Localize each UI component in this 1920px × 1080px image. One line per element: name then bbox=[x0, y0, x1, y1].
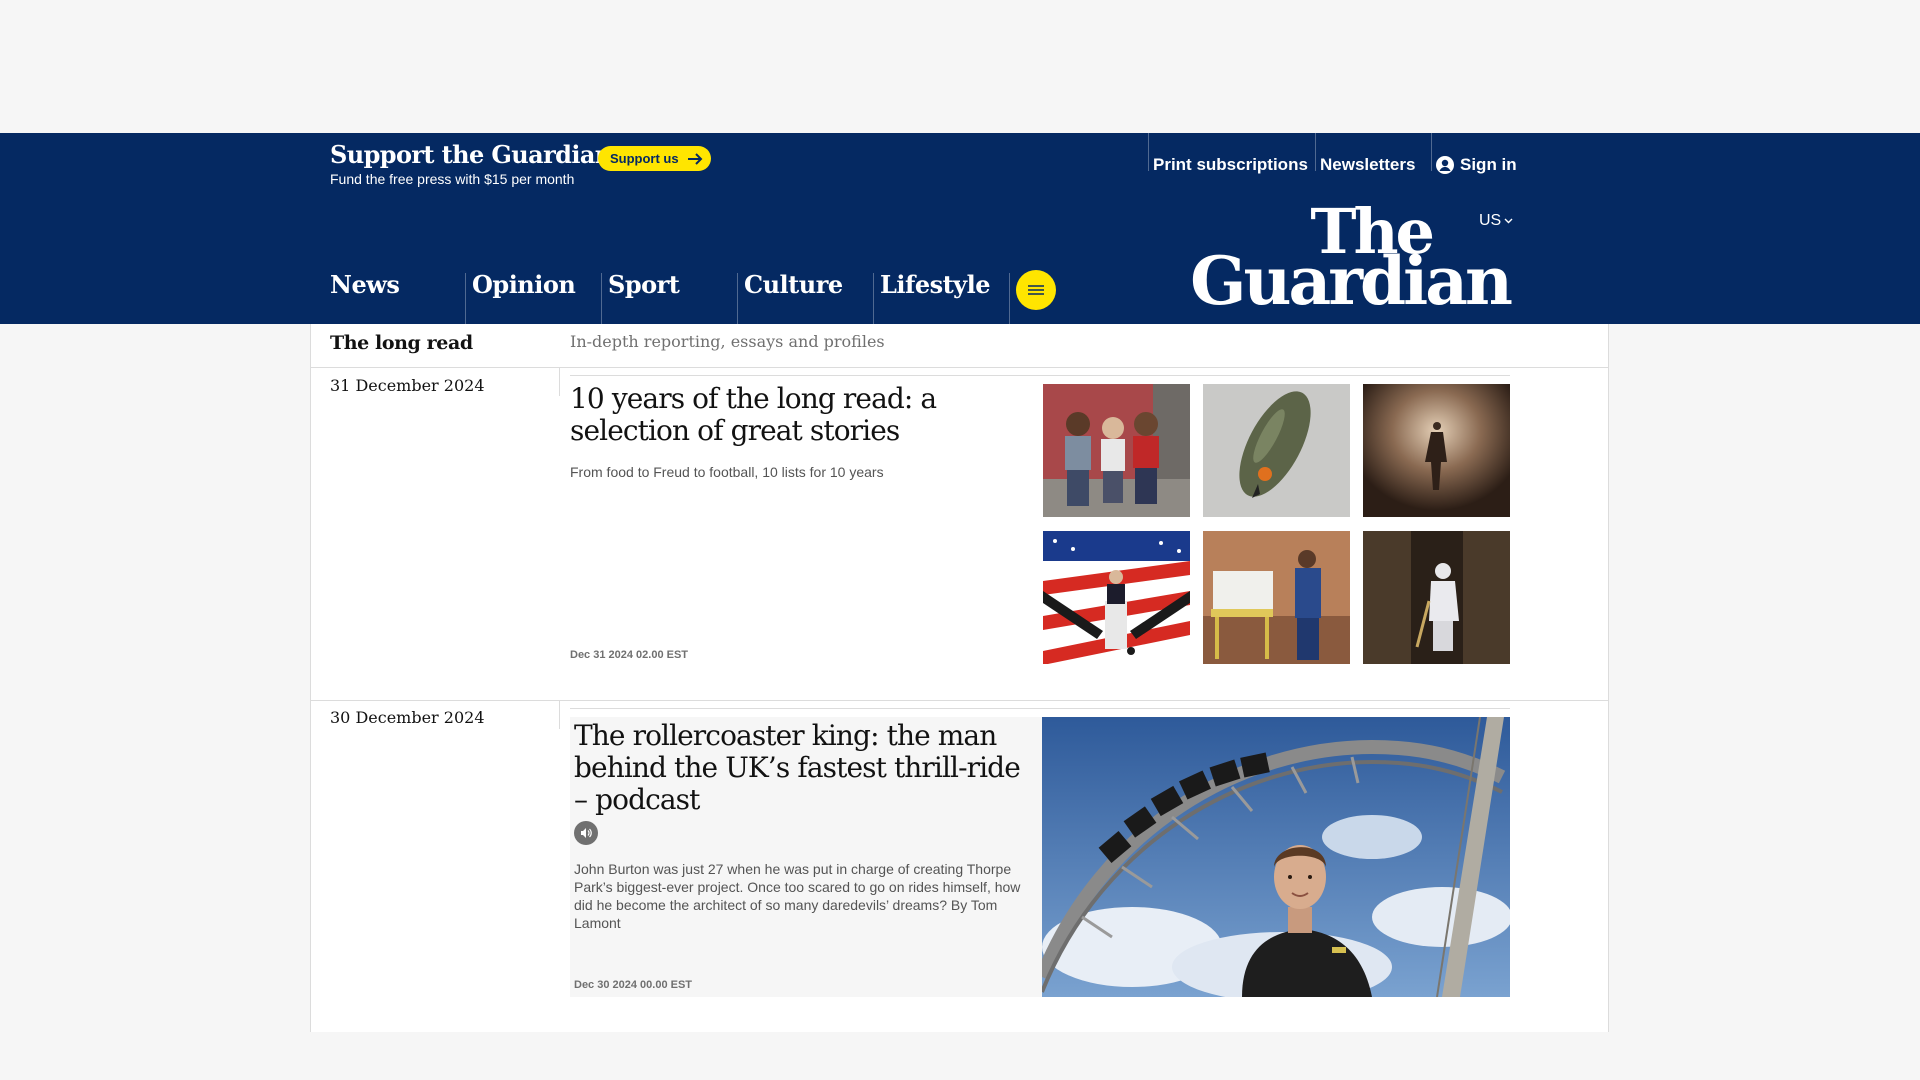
card-top-rule bbox=[570, 708, 1510, 709]
pillar-divider bbox=[465, 273, 466, 324]
card-top-rule bbox=[570, 375, 1510, 376]
podcast-timestamp: Dec 30 2024 00.00 EST bbox=[574, 979, 693, 991]
top-link-divider bbox=[1315, 133, 1316, 171]
user-icon bbox=[1436, 156, 1454, 174]
thumbnail-airship[interactable] bbox=[1203, 384, 1350, 517]
pillar-divider bbox=[601, 273, 602, 324]
article-standfirst: From food to Freud to football, 10 lists… bbox=[570, 464, 884, 480]
pillar-opinion[interactable]: Opinion bbox=[472, 270, 576, 299]
thumbnail-politics[interactable] bbox=[1043, 531, 1190, 664]
podcast-headline[interactable]: The rollercoaster king: the man behind t… bbox=[574, 720, 1036, 816]
sign-in-link[interactable]: Sign in bbox=[1436, 150, 1517, 180]
date-heading: 31 December 2024 bbox=[330, 376, 485, 395]
rollercoaster-image[interactable] bbox=[1042, 717, 1510, 997]
arrow-right-icon bbox=[687, 152, 703, 165]
pillar-culture[interactable]: Culture bbox=[744, 270, 843, 299]
article-timestamp: Dec 31 2024 02.00 EST bbox=[570, 649, 689, 661]
thumbnail-grave[interactable] bbox=[1363, 531, 1510, 664]
pillar-divider bbox=[737, 273, 738, 324]
column-divider bbox=[559, 368, 560, 396]
section-title[interactable]: The long read bbox=[330, 332, 473, 354]
pillar-sport[interactable]: Sport bbox=[608, 270, 680, 299]
ad-slot bbox=[0, 0, 1920, 133]
print-subscriptions-link[interactable]: Print subscriptions bbox=[1153, 150, 1308, 180]
guardian-logo[interactable]: The Guardian bbox=[1184, 201, 1513, 320]
audio-icon bbox=[574, 821, 598, 845]
hamburger-icon bbox=[1028, 285, 1044, 295]
pillar-news[interactable]: News bbox=[330, 270, 400, 299]
pillar-lifestyle[interactable]: Lifestyle bbox=[880, 270, 991, 299]
podcast-standfirst: John Burton was just 27 when he was put … bbox=[574, 861, 1021, 931]
day-divider bbox=[310, 700, 1609, 701]
top-link-divider bbox=[1431, 133, 1432, 171]
nav-bar bbox=[0, 197, 1920, 324]
section-description: In-depth reporting, essays and profiles bbox=[570, 332, 885, 351]
thumbnail-tunnel[interactable] bbox=[1363, 384, 1510, 517]
date-heading: 30 December 2024 bbox=[330, 708, 485, 727]
thumbnail-children[interactable] bbox=[1043, 384, 1190, 517]
thumbnail-nurse[interactable] bbox=[1203, 531, 1350, 664]
logo-line-2: Guardian bbox=[1190, 241, 1513, 320]
support-title: Support the Guardian bbox=[330, 140, 612, 169]
newsletters-link[interactable]: Newsletters bbox=[1320, 150, 1415, 180]
section-divider bbox=[310, 367, 1609, 368]
top-link-divider bbox=[1148, 133, 1149, 171]
article-headline[interactable]: 10 years of the long read: a selection o… bbox=[570, 383, 1030, 447]
footer-strip bbox=[0, 1032, 1920, 1080]
support-bar bbox=[0, 133, 1920, 197]
pillar-divider bbox=[1009, 273, 1010, 324]
support-subtitle: Fund the free press with $15 per month bbox=[330, 171, 575, 187]
support-us-label: Support us bbox=[610, 151, 679, 166]
column-divider bbox=[559, 701, 560, 729]
pillar-divider bbox=[873, 273, 874, 324]
sign-in-label: Sign in bbox=[1460, 155, 1517, 174]
support-us-button[interactable]: Support us bbox=[598, 146, 711, 171]
menu-button[interactable] bbox=[1016, 270, 1056, 310]
